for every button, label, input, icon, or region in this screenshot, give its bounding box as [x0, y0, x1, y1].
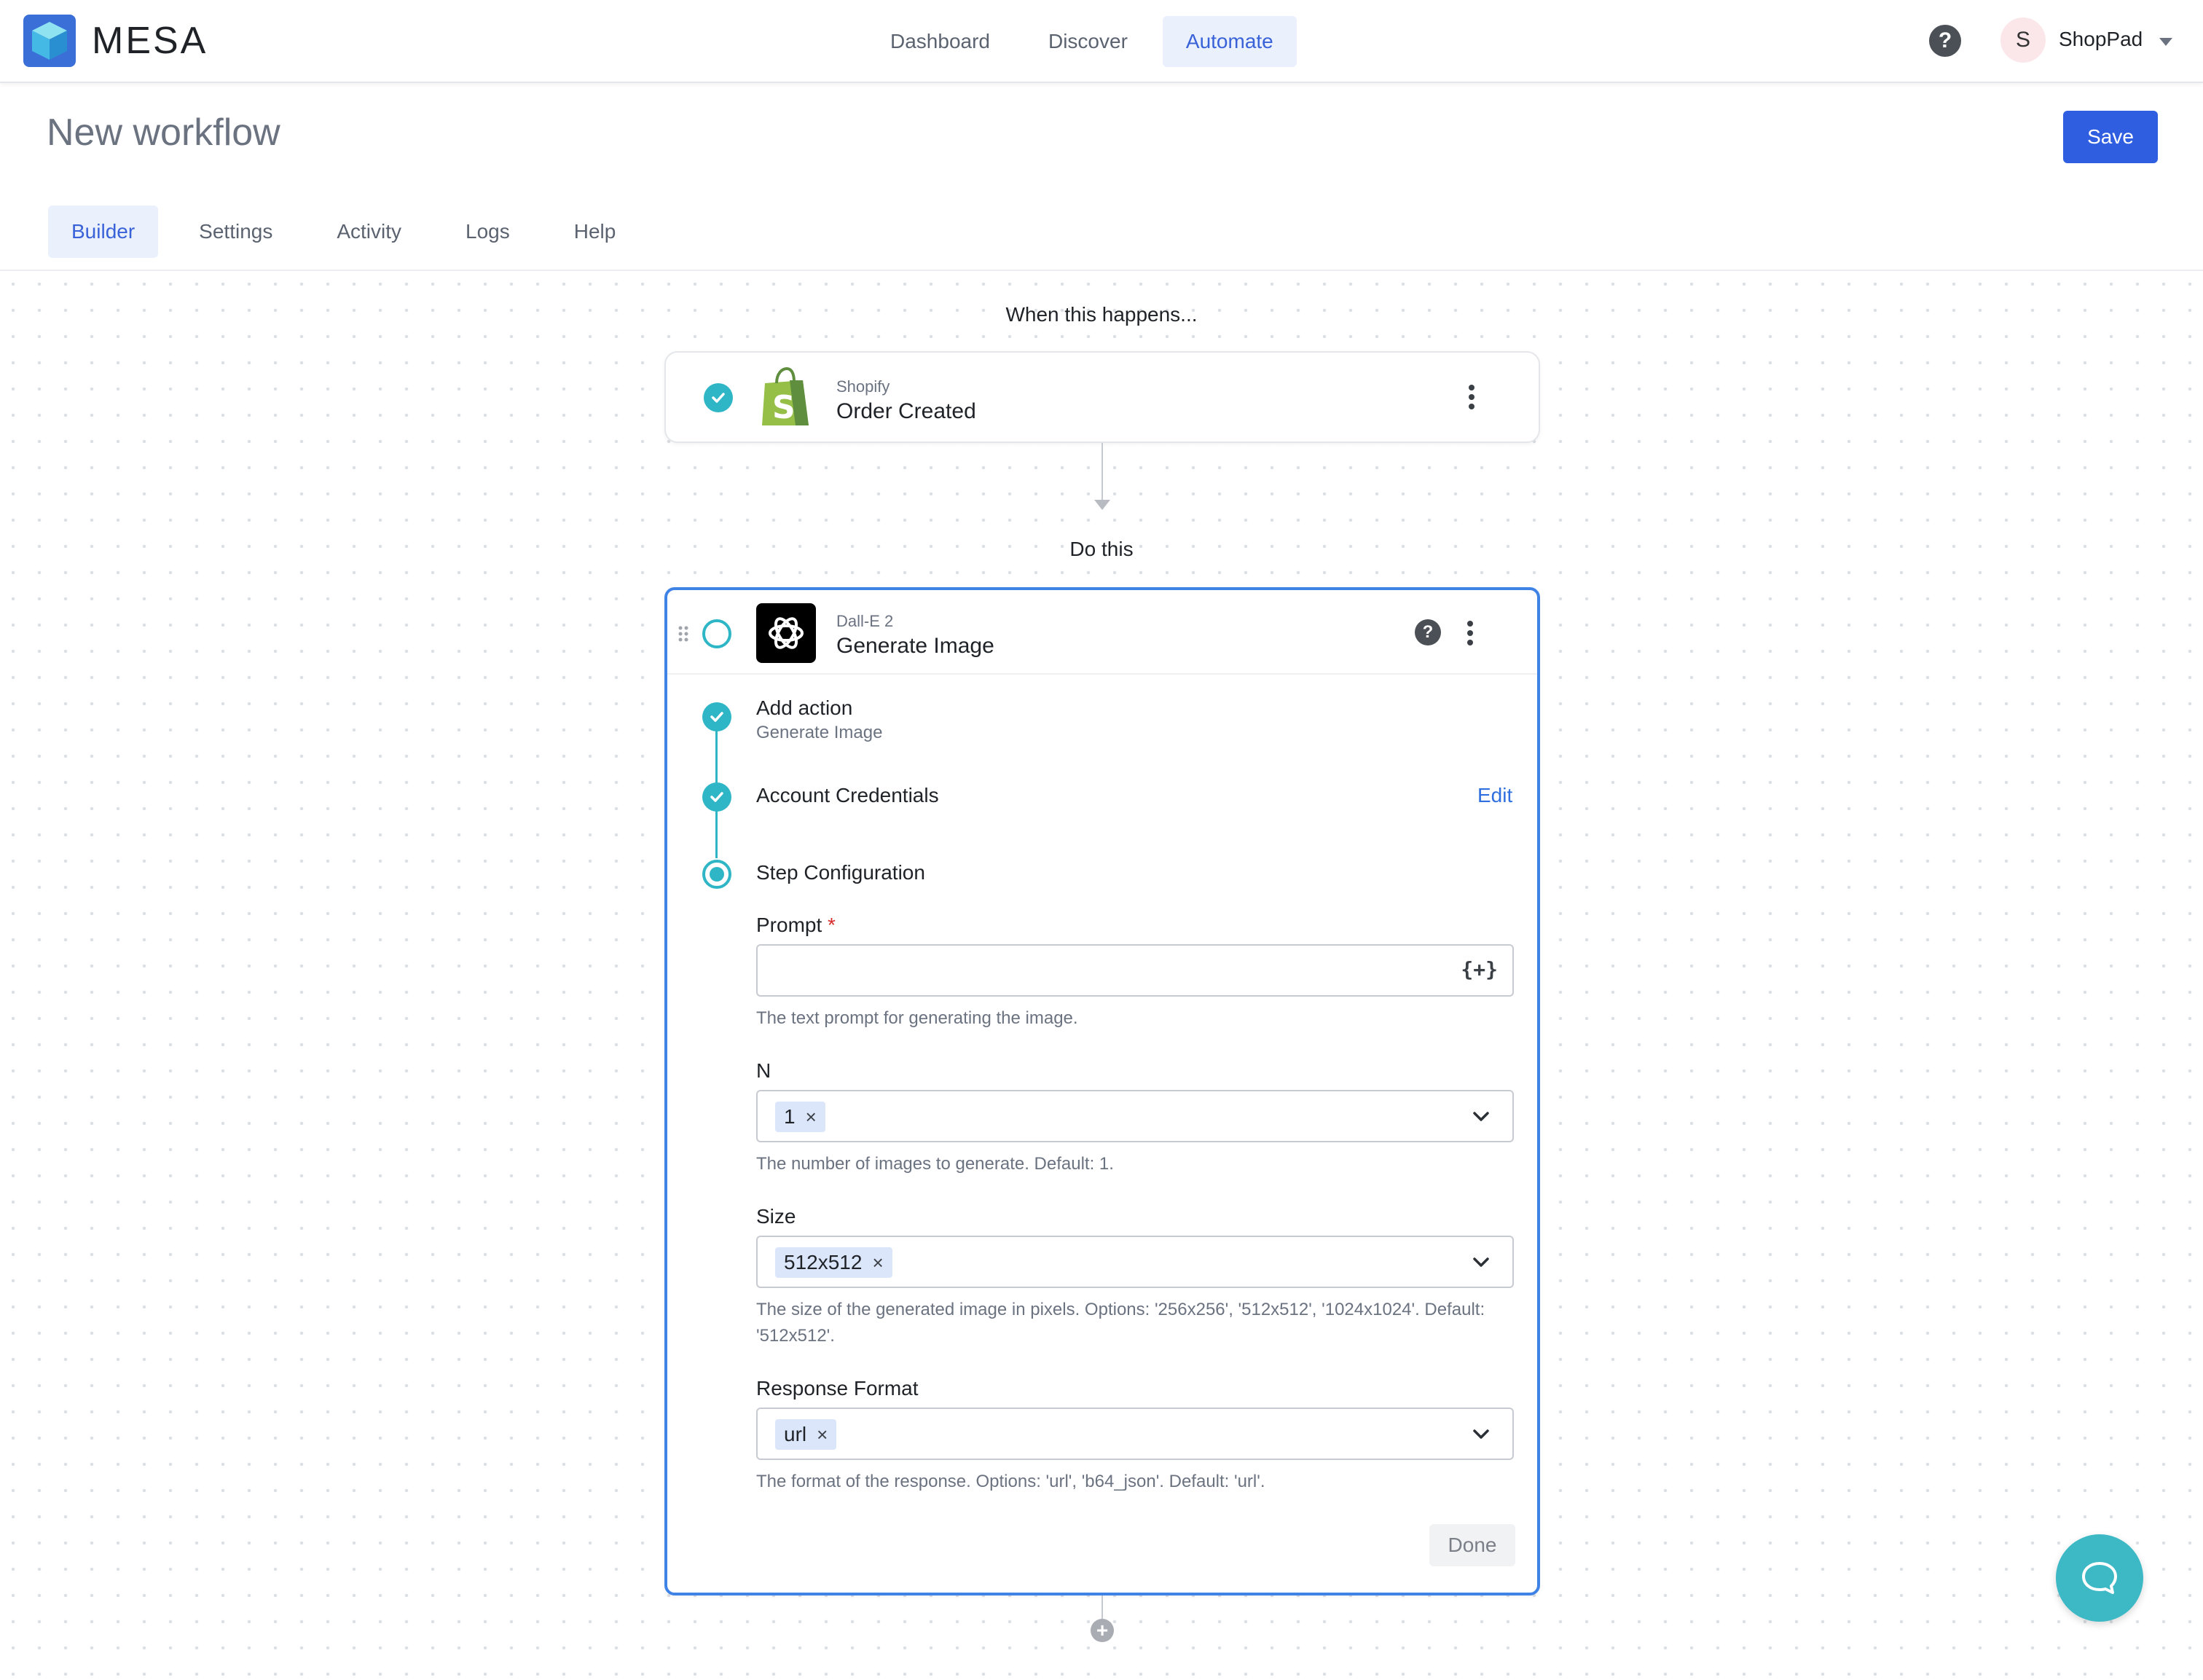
prompt-help-text: The text prompt for generating the image…	[756, 1008, 1078, 1028]
chip-value: 1	[784, 1105, 796, 1128]
trigger-event-name: Order Created	[836, 399, 976, 423]
checkmark-icon	[702, 782, 731, 812]
shopify-bag-icon: S	[758, 366, 813, 428]
openai-logo-icon	[756, 603, 816, 663]
selected-chip: 1 ×	[775, 1102, 825, 1132]
n-help-text: The number of images to generate. Defaul…	[756, 1154, 1114, 1174]
action-app-name: Dall-E 2	[836, 612, 894, 630]
action-event-name: Generate Image	[836, 634, 994, 658]
tab-builder[interactable]: Builder	[48, 205, 159, 258]
step-title[interactable]: Step Configuration	[756, 861, 925, 884]
nav-dashboard[interactable]: Dashboard	[867, 16, 1013, 67]
arrow-down-icon	[1094, 500, 1110, 510]
tab-help[interactable]: Help	[551, 205, 640, 258]
trigger-section-label: When this happens...	[1005, 303, 1198, 326]
nav-automate[interactable]: Automate	[1162, 16, 1297, 67]
tab-activity[interactable]: Activity	[313, 205, 425, 258]
chevron-down-icon[interactable]	[1469, 1104, 1493, 1129]
more-options-icon[interactable]	[1467, 385, 1476, 409]
account-name[interactable]: ShopPad	[2059, 28, 2143, 51]
size-help-text: The size of the generated image in pixel…	[756, 1300, 1485, 1346]
selected-chip: 512x512 ×	[775, 1247, 892, 1278]
prompt-label: Prompt *	[756, 914, 836, 937]
response-format-select[interactable]: url ×	[756, 1408, 1514, 1460]
drag-handle-icon[interactable]	[678, 625, 689, 643]
remove-chip-icon[interactable]: ×	[817, 1424, 828, 1446]
main-nav: Dashboard Discover Automate	[867, 16, 1297, 67]
chip-value: 512x512	[784, 1251, 863, 1273]
active-step-icon	[702, 860, 731, 889]
top-navigation-bar: MESA Dashboard Discover Automate ? S Sho…	[0, 0, 2203, 83]
step-title[interactable]: Account Credentials	[756, 784, 939, 807]
chat-support-button[interactable]	[2056, 1534, 2143, 1622]
trigger-app-name: Shopify	[836, 377, 890, 396]
size-select[interactable]: 512x512 ×	[756, 1236, 1514, 1288]
insert-variable-button[interactable]: {+}	[1461, 957, 1498, 981]
chevron-down-icon[interactable]	[1469, 1250, 1493, 1275]
remove-chip-icon[interactable]: ×	[806, 1106, 817, 1128]
required-asterisk: *	[828, 914, 836, 936]
more-options-icon[interactable]	[1466, 621, 1474, 645]
action-card[interactable]: Dall-E 2 Generate Image ? Add action Gen…	[664, 587, 1540, 1595]
tab-settings[interactable]: Settings	[176, 205, 296, 258]
n-label: N	[756, 1059, 771, 1082]
nav-discover[interactable]: Discover	[1025, 16, 1151, 67]
workflow-tabs: Builder Settings Activity Logs Help	[48, 205, 639, 258]
page-title: New workflow	[47, 111, 280, 154]
remove-chip-icon[interactable]: ×	[872, 1252, 883, 1274]
size-label: Size	[756, 1205, 796, 1228]
caret-down-icon[interactable]	[2159, 38, 2172, 46]
step-subtitle: Generate Image	[756, 723, 883, 742]
checkmark-icon	[704, 383, 733, 412]
mesa-cube-icon	[23, 15, 76, 67]
connector-line	[1102, 443, 1103, 504]
add-step-plus-icon[interactable]: +	[1091, 1619, 1114, 1642]
response-format-label: Response Format	[756, 1377, 919, 1400]
action-section-label: Do this	[1069, 538, 1134, 560]
n-select[interactable]: 1 ×	[756, 1090, 1514, 1142]
prompt-input[interactable]: {+}	[756, 944, 1514, 997]
chat-bubble-icon	[2082, 1562, 2117, 1594]
tab-logs[interactable]: Logs	[442, 205, 533, 258]
chip-value: url	[784, 1423, 807, 1445]
avatar[interactable]: S	[2000, 17, 2046, 63]
save-button[interactable]: Save	[2063, 111, 2158, 163]
svg-text:S: S	[772, 389, 796, 426]
question-circle-icon[interactable]: ?	[1929, 25, 1961, 57]
selected-chip: url ×	[775, 1419, 837, 1450]
prompt-label-text: Prompt	[756, 914, 822, 936]
edit-credentials-link[interactable]: Edit	[1477, 784, 1512, 807]
checkmark-icon	[702, 702, 731, 731]
mesa-logo[interactable]: MESA	[23, 15, 208, 67]
trigger-card[interactable]: S Shopify Order Created	[664, 351, 1540, 443]
response-format-help-text: The format of the response. Options: 'ur…	[756, 1472, 1265, 1491]
step-title[interactable]: Add action	[756, 696, 852, 720]
brand-name: MESA	[92, 20, 208, 62]
status-ring-icon	[702, 619, 731, 648]
question-circle-icon[interactable]: ?	[1415, 619, 1441, 645]
done-button[interactable]: Done	[1429, 1524, 1515, 1566]
chevron-down-icon[interactable]	[1469, 1422, 1493, 1447]
